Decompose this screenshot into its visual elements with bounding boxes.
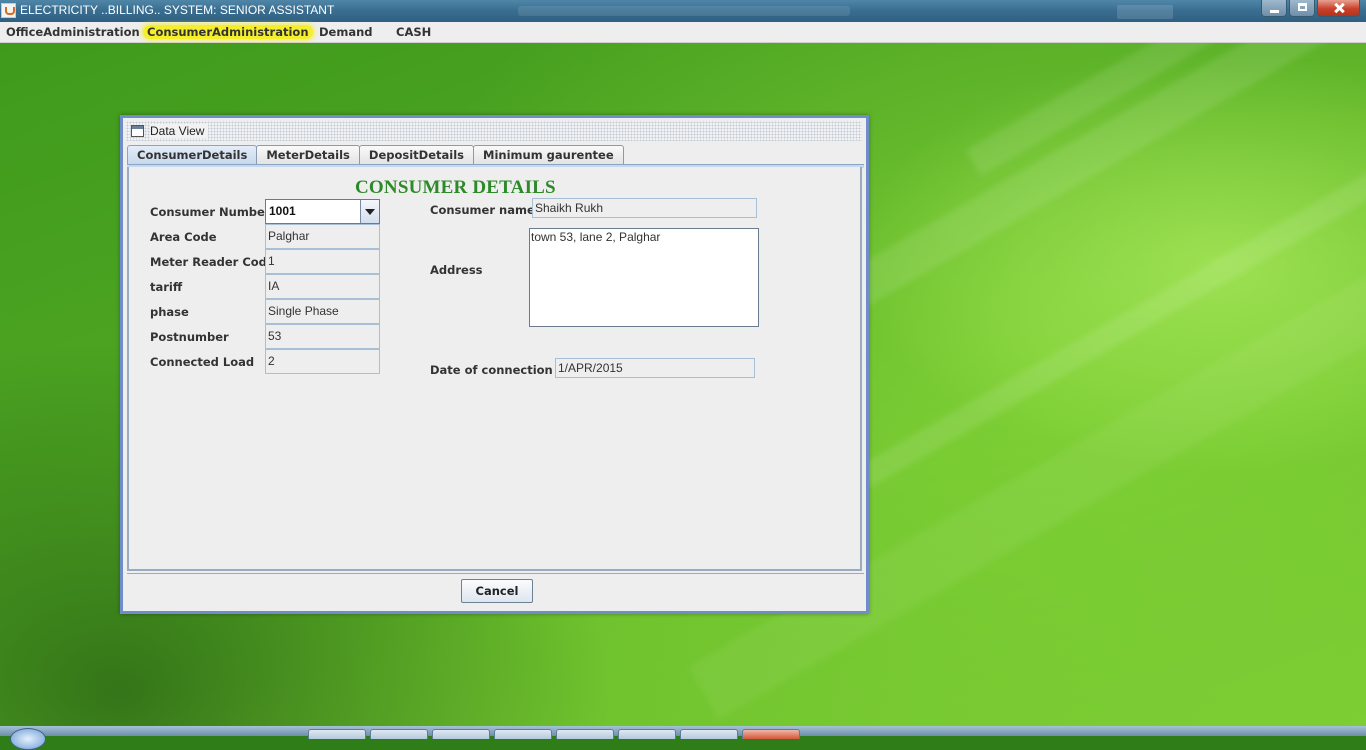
taskbar-button[interactable] [370, 729, 428, 739]
java-app-icon [1, 3, 16, 18]
area-code-field[interactable]: Palghar [265, 224, 380, 249]
consumer-number-label: Consumer Number [150, 205, 271, 219]
taskbar-button[interactable] [494, 729, 552, 739]
title-bar-ghost-button [1117, 5, 1173, 19]
page-title: CONSUMER DETAILS [355, 177, 556, 198]
postnumber-field[interactable]: 53 [265, 324, 380, 349]
connected-load-label: Connected Load [150, 355, 255, 369]
consumer-name-label: Consumer name [430, 203, 535, 217]
menu-bar: OfficeAdministration ConsumerAdministrat… [0, 22, 1366, 43]
taskbar-button[interactable] [618, 729, 676, 739]
consumer-number-combo[interactable]: 1001 [265, 199, 380, 224]
maximize-button[interactable] [1289, 0, 1315, 17]
tab-deposit-details[interactable]: DepositDetails [358, 145, 475, 164]
tariff-field[interactable]: IA [265, 274, 380, 299]
window-title-bar: ELECTRICITY ..BILLING.. SYSTEM: SENIOR A… [0, 0, 1366, 22]
cancel-button[interactable]: Cancel [461, 579, 533, 603]
minimize-button[interactable] [1261, 0, 1287, 17]
dialog-button-bar: Cancel [127, 573, 864, 612]
menu-office-administration[interactable]: OfficeAdministration [6, 25, 140, 39]
taskbar-button[interactable] [742, 729, 800, 739]
tab-minimum-gaurentee[interactable]: Minimum gaurentee [473, 145, 624, 164]
menu-cash[interactable]: CASH [396, 25, 431, 39]
window-icon [131, 125, 144, 137]
area-code-label: Area Code [150, 230, 217, 244]
menu-demand[interactable]: Demand [319, 25, 373, 39]
close-button[interactable] [1317, 0, 1360, 17]
chevron-down-icon[interactable] [360, 200, 379, 223]
dialog-title-bar[interactable]: Data View [126, 121, 862, 141]
consumer-number-value: 1001 [269, 204, 296, 218]
taskbar-button[interactable] [556, 729, 614, 739]
tariff-label: tariff [150, 280, 183, 294]
taskbar-button[interactable] [680, 729, 738, 739]
window-title: ELECTRICITY ..BILLING.. SYSTEM: SENIOR A… [20, 3, 335, 17]
address-textarea[interactable]: town 53, lane 2, Palghar [529, 228, 759, 327]
start-button[interactable] [10, 728, 46, 750]
meter-reader-code-field[interactable]: 1 [265, 249, 380, 274]
menu-consumer-administration[interactable]: ConsumerAdministration [143, 25, 313, 39]
data-view-dialog: Data View ConsumerDetails MeterDetails D… [120, 115, 869, 614]
tab-meter-details[interactable]: MeterDetails [256, 145, 360, 164]
address-label: Address [430, 263, 483, 277]
date-of-connection-label: Date of connection [430, 363, 553, 377]
phase-field[interactable]: Single Phase [265, 299, 380, 324]
connected-load-field[interactable]: 2 [265, 349, 380, 374]
consumer-name-field[interactable]: Shaikh Rukh [532, 198, 757, 218]
postnumber-label: Postnumber [150, 330, 229, 344]
consumer-details-panel: CONSUMER DETAILS Consumer Number 1001 Ar… [127, 167, 862, 571]
phase-label: phase [150, 305, 189, 319]
title-bar-ghost-text [518, 6, 850, 16]
taskbar-button[interactable] [308, 729, 366, 739]
tab-strip: ConsumerDetails MeterDetails DepositDeta… [127, 145, 624, 165]
dialog-title: Data View [150, 124, 209, 138]
taskbar-button[interactable] [432, 729, 490, 739]
meter-reader-code-label: Meter Reader Code [150, 255, 275, 269]
date-of-connection-field[interactable]: 1/APR/2015 [555, 358, 755, 378]
tab-consumer-details[interactable]: ConsumerDetails [127, 145, 258, 164]
